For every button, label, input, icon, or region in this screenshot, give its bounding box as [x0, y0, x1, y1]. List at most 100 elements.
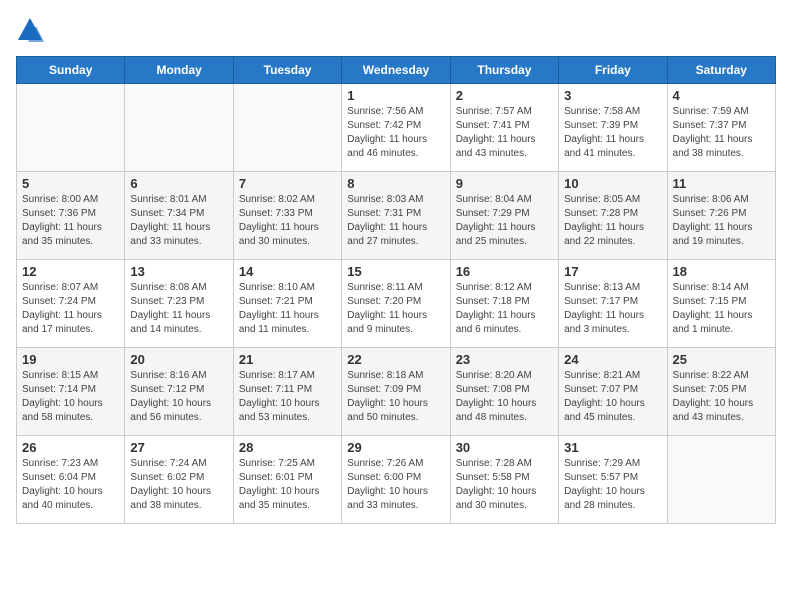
calendar-cell: 15 Sunrise: 8:11 AM Sunset: 7:20 PM Dayli… [342, 260, 450, 348]
logo [16, 16, 48, 44]
day-info: Sunrise: 7:28 AM Sunset: 5:58 PM Dayligh… [456, 457, 553, 513]
calendar-cell: 3 Sunrise: 7:58 AM Sunset: 7:39 PM Daylig… [559, 84, 667, 172]
day-number: 11 [673, 176, 770, 191]
calendar-cell: 12Sunrise: 8:07 AM Sunset: 7:24 PM Dayli… [17, 260, 125, 348]
day-number: 16 [456, 264, 553, 279]
calendar-cell: 18 Sunrise: 8:14 AM Sunset: 7:15 PM Dayli… [667, 260, 775, 348]
calendar-cell: 30 Sunrise: 7:28 AM Sunset: 5:58 PM Dayli… [450, 436, 558, 524]
day-info: Sunrise: 7:58 AM Sunset: 7:39 PM Dayligh… [564, 105, 661, 161]
day-number: 14 [239, 264, 336, 279]
day-number: 7 [239, 176, 336, 191]
day-info: Sunrise: 8:03 AM Sunset: 7:31 PM Dayligh… [347, 193, 444, 249]
day-info: Sunrise: 8:21 AM Sunset: 7:07 PM Dayligh… [564, 369, 661, 425]
calendar-cell: 24 Sunrise: 8:21 AM Sunset: 7:07 PM Dayli… [559, 348, 667, 436]
calendar-cell: 5Sunrise: 8:00 AM Sunset: 7:36 PM Daylig… [17, 172, 125, 260]
calendar-cell: 4Sunrise: 7:59 AM Sunset: 7:37 PM Daylig… [667, 84, 775, 172]
day-info: Sunrise: 8:06 AM Sunset: 7:26 PM Dayligh… [673, 193, 770, 249]
day-number: 17 [564, 264, 661, 279]
day-number: 18 [673, 264, 770, 279]
weekday-header-friday: Friday [559, 57, 667, 84]
day-number: 28 [239, 440, 336, 455]
day-number: 24 [564, 352, 661, 367]
calendar-cell: 29 Sunrise: 7:26 AM Sunset: 6:00 PM Dayli… [342, 436, 450, 524]
day-number: 13 [130, 264, 227, 279]
calendar-cell: 27 Sunrise: 7:24 AM Sunset: 6:02 PM Dayli… [125, 436, 233, 524]
day-info: Sunrise: 8:16 AM Sunset: 7:12 PM Dayligh… [130, 369, 227, 425]
day-info: Sunrise: 7:57 AM Sunset: 7:41 PM Dayligh… [456, 105, 553, 161]
day-number: 29 [347, 440, 444, 455]
day-info: Sunrise: 7:23 AM Sunset: 6:04 PM Dayligh… [22, 457, 119, 513]
day-number: 27 [130, 440, 227, 455]
day-number: 3 [564, 88, 661, 103]
day-info: Sunrise: 7:25 AM Sunset: 6:01 PM Dayligh… [239, 457, 336, 513]
day-info: Sunrise: 8:08 AM Sunset: 7:23 PM Dayligh… [130, 281, 227, 337]
day-info: Sunrise: 7:26 AM Sunset: 6:00 PM Dayligh… [347, 457, 444, 513]
day-info: Sunrise: 8:11 AM Sunset: 7:20 PM Dayligh… [347, 281, 444, 337]
day-info: Sunrise: 8:13 AM Sunset: 7:17 PM Dayligh… [564, 281, 661, 337]
calendar-cell: 31 Sunrise: 7:29 AM Sunset: 5:57 PM Dayli… [559, 436, 667, 524]
day-number: 2 [456, 88, 553, 103]
day-info: Sunrise: 8:20 AM Sunset: 7:08 PM Dayligh… [456, 369, 553, 425]
day-number: 30 [456, 440, 553, 455]
day-number: 10 [564, 176, 661, 191]
calendar-cell: 22 Sunrise: 8:18 AM Sunset: 7:09 PM Dayli… [342, 348, 450, 436]
weekday-header-saturday: Saturday [667, 57, 775, 84]
calendar-cell: 17 Sunrise: 8:13 AM Sunset: 7:17 PM Dayli… [559, 260, 667, 348]
day-info: Sunrise: 8:05 AM Sunset: 7:28 PM Dayligh… [564, 193, 661, 249]
calendar-cell: 14 Sunrise: 8:10 AM Sunset: 7:21 PM Dayli… [233, 260, 341, 348]
weekday-header-monday: Monday [125, 57, 233, 84]
day-number: 9 [456, 176, 553, 191]
page-header [16, 16, 776, 44]
day-info: Sunrise: 8:04 AM Sunset: 7:29 PM Dayligh… [456, 193, 553, 249]
calendar-table: SundayMondayTuesdayWednesdayThursdayFrid… [16, 56, 776, 524]
calendar-cell [667, 436, 775, 524]
calendar-cell: 8 Sunrise: 8:03 AM Sunset: 7:31 PM Daylig… [342, 172, 450, 260]
calendar-cell: 1 Sunrise: 7:56 AM Sunset: 7:42 PM Daylig… [342, 84, 450, 172]
weekday-header-wednesday: Wednesday [342, 57, 450, 84]
day-info: Sunrise: 8:14 AM Sunset: 7:15 PM Dayligh… [673, 281, 770, 337]
calendar-cell [125, 84, 233, 172]
day-info: Sunrise: 8:10 AM Sunset: 7:21 PM Dayligh… [239, 281, 336, 337]
day-number: 25 [673, 352, 770, 367]
day-info: Sunrise: 8:15 AM Sunset: 7:14 PM Dayligh… [22, 369, 119, 425]
day-number: 5 [22, 176, 119, 191]
day-info: Sunrise: 8:18 AM Sunset: 7:09 PM Dayligh… [347, 369, 444, 425]
day-info: Sunrise: 7:59 AM Sunset: 7:37 PM Dayligh… [673, 105, 770, 161]
calendar-cell: 10 Sunrise: 8:05 AM Sunset: 7:28 PM Dayli… [559, 172, 667, 260]
calendar-cell: 23 Sunrise: 8:20 AM Sunset: 7:08 PM Dayli… [450, 348, 558, 436]
day-info: Sunrise: 8:07 AM Sunset: 7:24 PM Dayligh… [22, 281, 119, 337]
day-number: 1 [347, 88, 444, 103]
day-number: 6 [130, 176, 227, 191]
weekday-header-tuesday: Tuesday [233, 57, 341, 84]
calendar-cell: 7 Sunrise: 8:02 AM Sunset: 7:33 PM Daylig… [233, 172, 341, 260]
day-number: 15 [347, 264, 444, 279]
day-info: Sunrise: 7:56 AM Sunset: 7:42 PM Dayligh… [347, 105, 444, 161]
day-number: 26 [22, 440, 119, 455]
day-info: Sunrise: 7:24 AM Sunset: 6:02 PM Dayligh… [130, 457, 227, 513]
day-number: 8 [347, 176, 444, 191]
calendar-cell: 25 Sunrise: 8:22 AM Sunset: 7:05 PM Dayli… [667, 348, 775, 436]
calendar-cell: 28 Sunrise: 7:25 AM Sunset: 6:01 PM Dayli… [233, 436, 341, 524]
calendar-cell: 26 Sunrise: 7:23 AM Sunset: 6:04 PM Dayli… [17, 436, 125, 524]
day-info: Sunrise: 7:29 AM Sunset: 5:57 PM Dayligh… [564, 457, 661, 513]
calendar-cell: 6 Sunrise: 8:01 AM Sunset: 7:34 PM Daylig… [125, 172, 233, 260]
day-info: Sunrise: 8:12 AM Sunset: 7:18 PM Dayligh… [456, 281, 553, 337]
day-info: Sunrise: 8:01 AM Sunset: 7:34 PM Dayligh… [130, 193, 227, 249]
calendar-cell: 9 Sunrise: 8:04 AM Sunset: 7:29 PM Daylig… [450, 172, 558, 260]
day-info: Sunrise: 8:02 AM Sunset: 7:33 PM Dayligh… [239, 193, 336, 249]
calendar-cell: 13 Sunrise: 8:08 AM Sunset: 7:23 PM Dayli… [125, 260, 233, 348]
logo-icon [16, 16, 44, 44]
day-number: 19 [22, 352, 119, 367]
day-info: Sunrise: 8:22 AM Sunset: 7:05 PM Dayligh… [673, 369, 770, 425]
weekday-header-thursday: Thursday [450, 57, 558, 84]
calendar-cell [233, 84, 341, 172]
weekday-header-sunday: Sunday [17, 57, 125, 84]
day-number: 22 [347, 352, 444, 367]
day-number: 23 [456, 352, 553, 367]
day-number: 21 [239, 352, 336, 367]
calendar-cell: 2 Sunrise: 7:57 AM Sunset: 7:41 PM Daylig… [450, 84, 558, 172]
day-number: 31 [564, 440, 661, 455]
calendar-cell: 21 Sunrise: 8:17 AM Sunset: 7:11 PM Dayli… [233, 348, 341, 436]
day-number: 20 [130, 352, 227, 367]
day-info: Sunrise: 8:17 AM Sunset: 7:11 PM Dayligh… [239, 369, 336, 425]
